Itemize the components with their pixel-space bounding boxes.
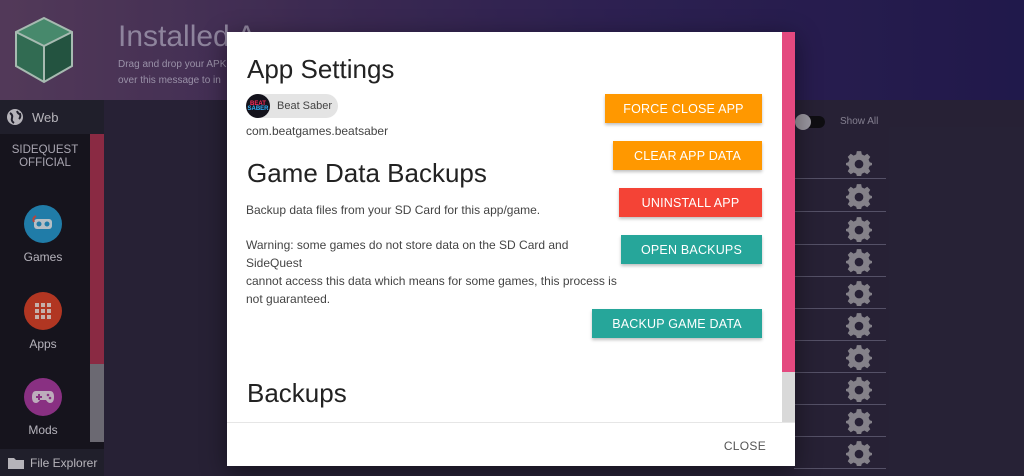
backups-warning: Warning: some games do not store data on… bbox=[246, 236, 636, 308]
backups-description: Backup data files from your SD Card for … bbox=[246, 203, 541, 217]
backup-game-data-button[interactable]: BACKUP GAME DATA bbox=[592, 309, 762, 338]
app-avatar: BEAT SABER bbox=[246, 94, 270, 118]
open-backups-button[interactable]: OPEN BACKUPS bbox=[621, 235, 762, 264]
backups-heading: Backups bbox=[247, 378, 347, 408]
package-name: com.beatgames.beatsaber bbox=[246, 124, 389, 138]
app-settings-dialog: App Settings BEAT SABER Beat Saber com.b… bbox=[227, 32, 795, 466]
warning-line-2: SideQuest bbox=[246, 256, 303, 270]
dialog-footer: CLOSE bbox=[227, 422, 795, 466]
warning-line-3: cannot access this data which means for … bbox=[246, 274, 617, 288]
close-button[interactable]: CLOSE bbox=[724, 439, 766, 453]
warning-line-4: not guaranteed. bbox=[246, 292, 331, 306]
dialog-content: App Settings BEAT SABER Beat Saber com.b… bbox=[227, 32, 782, 422]
warning-line-1: Warning: some games do not store data on… bbox=[246, 238, 569, 252]
game-data-backups-heading: Game Data Backups bbox=[247, 158, 487, 188]
dialog-title: App Settings bbox=[247, 54, 395, 84]
uninstall-app-button[interactable]: UNINSTALL APP bbox=[619, 188, 762, 217]
force-close-app-button[interactable]: FORCE CLOSE APP bbox=[605, 94, 762, 123]
app-name: Beat Saber bbox=[277, 100, 333, 112]
app-avatar-text-bottom: SABER bbox=[247, 106, 269, 112]
app-chip: BEAT SABER Beat Saber bbox=[246, 94, 338, 118]
clear-app-data-button[interactable]: CLEAR APP DATA bbox=[613, 141, 762, 170]
scrollbar-thumb[interactable] bbox=[782, 32, 795, 372]
